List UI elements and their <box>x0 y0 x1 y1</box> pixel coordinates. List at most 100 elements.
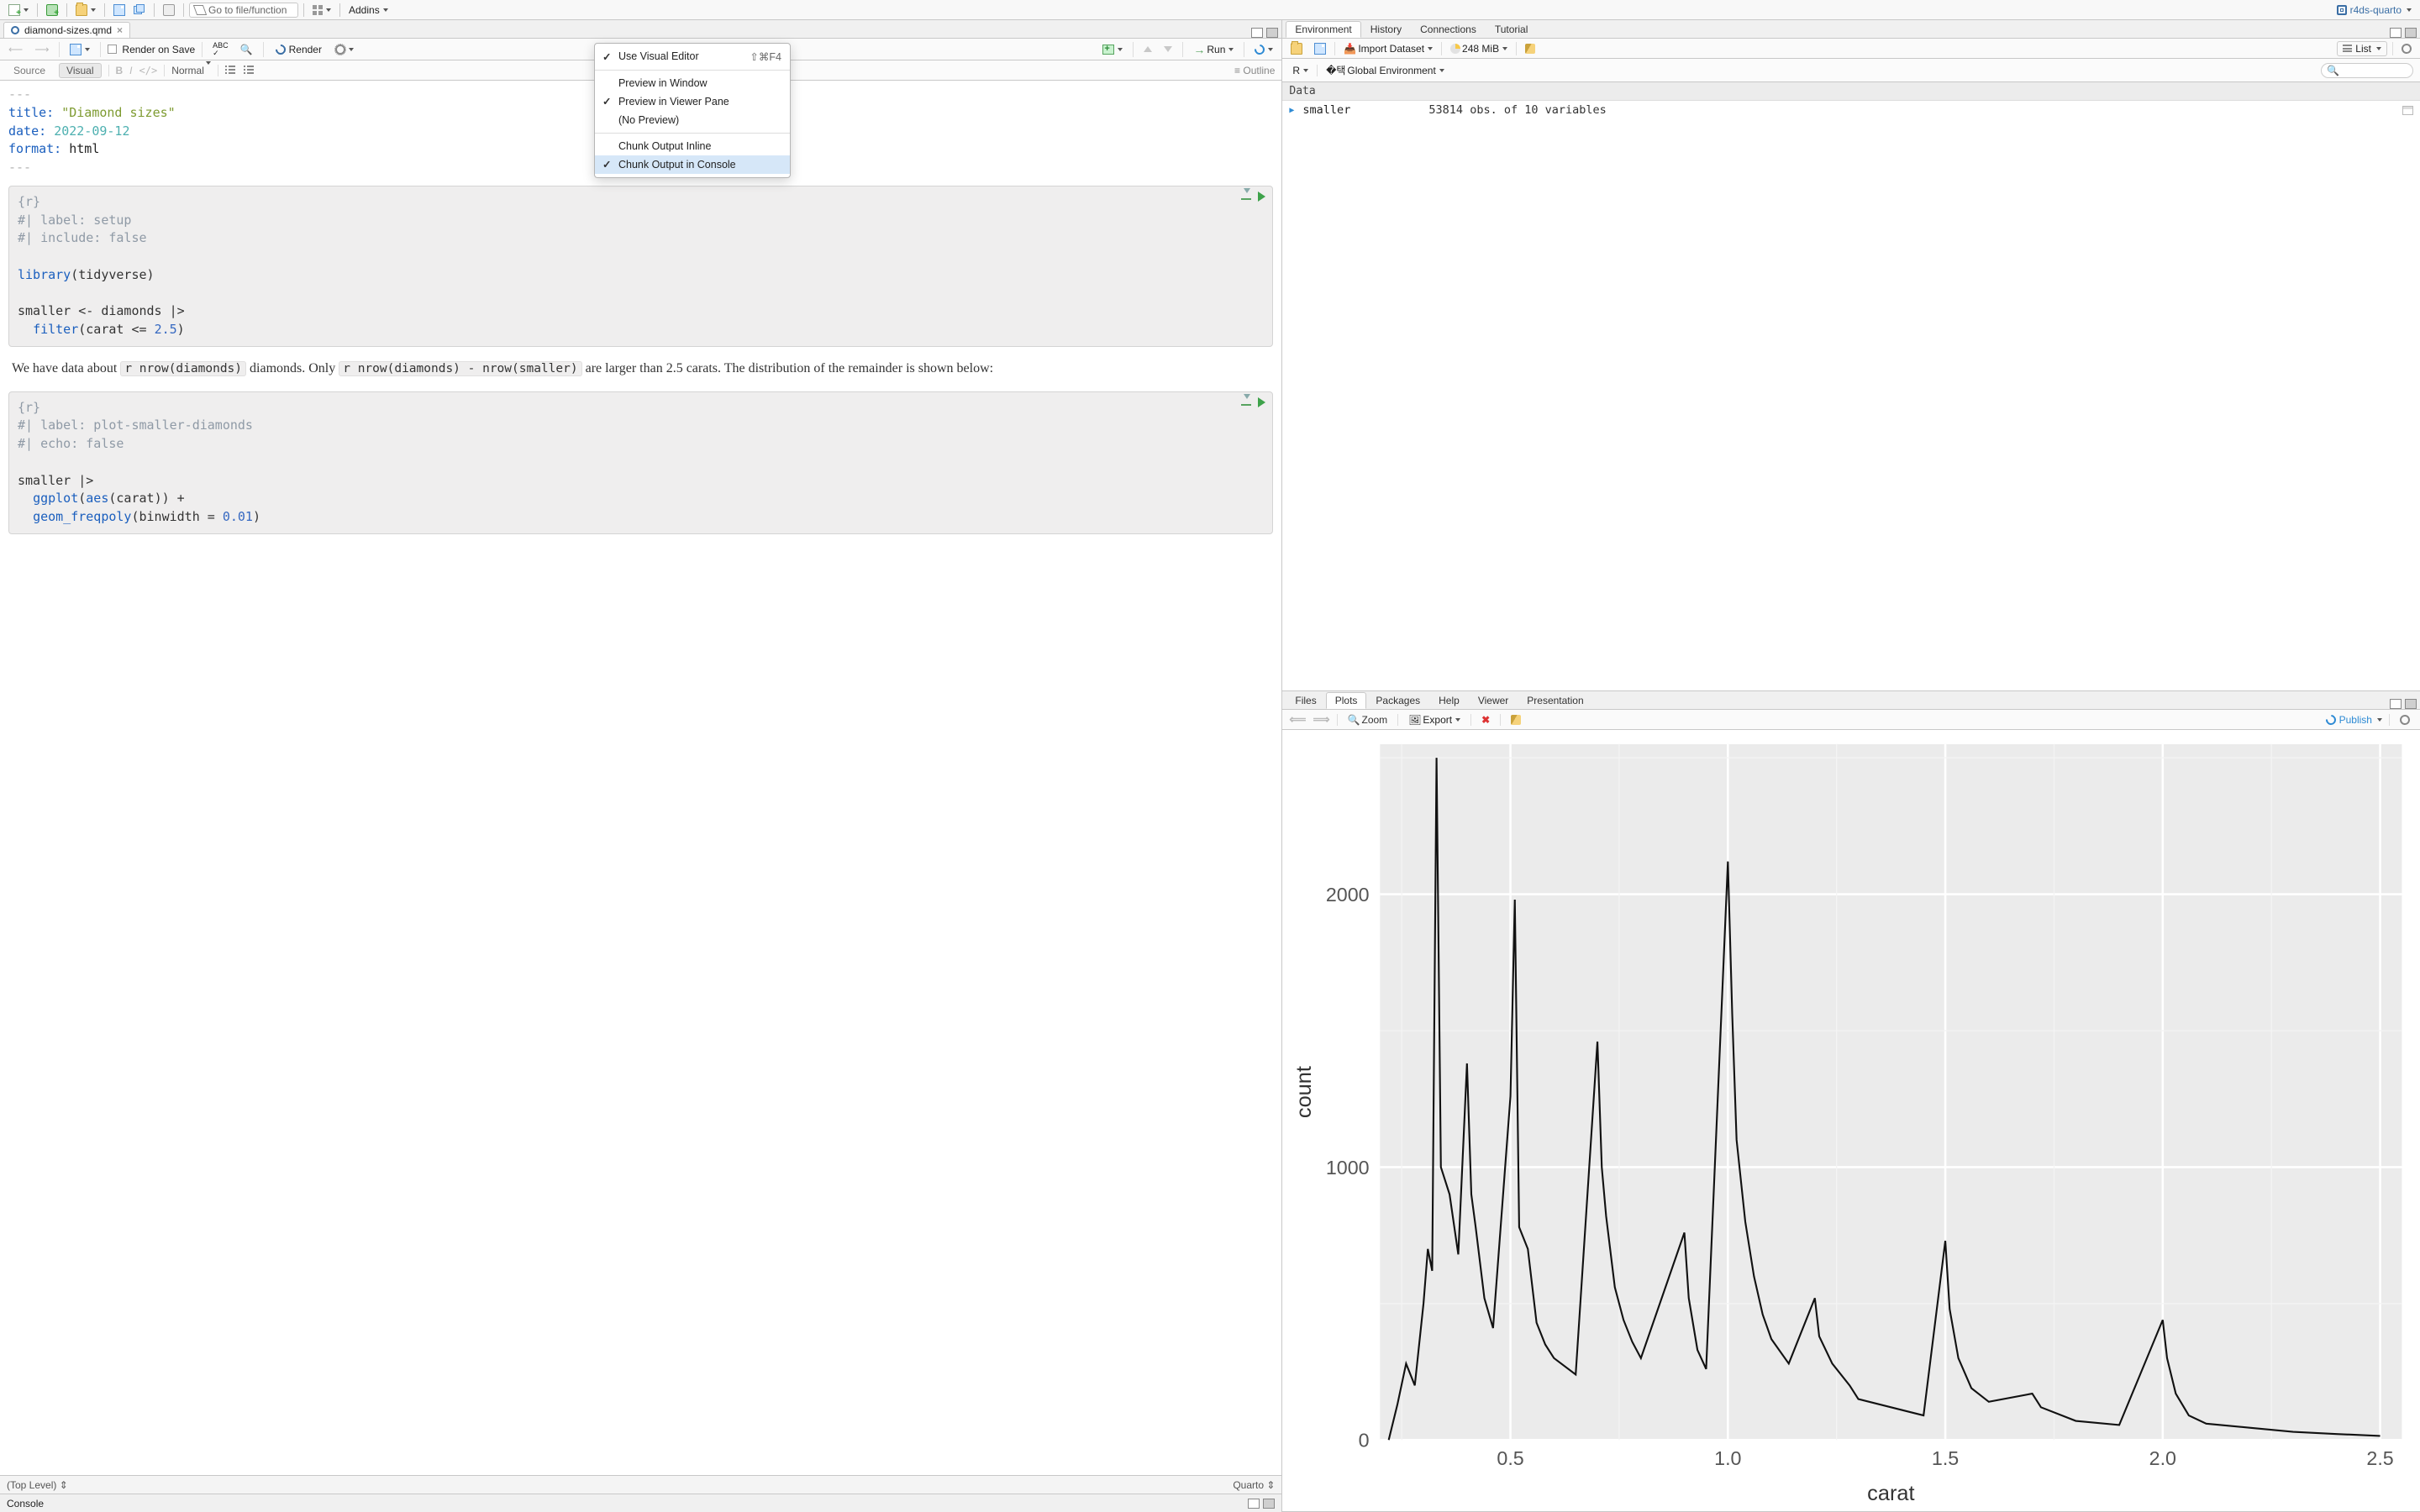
outline-scope[interactable]: (Top Level) ⇕ <box>7 1479 68 1491</box>
mode-visual[interactable]: Visual <box>59 63 101 78</box>
run-button[interactable]: →Run <box>1190 41 1237 58</box>
back-button[interactable]: ⟵ <box>5 42 26 57</box>
tab-environment[interactable]: Environment <box>1286 21 1360 38</box>
save-all-button[interactable] <box>130 3 149 18</box>
outline-button[interactable]: ≡ Outline <box>1234 65 1275 76</box>
svg-text:carat: carat <box>1868 1482 1915 1505</box>
spellcheck-button[interactable]: ABC✓ <box>209 40 232 59</box>
panes-button[interactable] <box>309 3 334 17</box>
open-file-button[interactable] <box>72 3 99 18</box>
run-chunk-button[interactable] <box>1258 397 1265 407</box>
tab-history[interactable]: History <box>1361 21 1411 38</box>
menu-chunk-inline[interactable]: Chunk Output Inline <box>595 137 790 155</box>
insert-chunk-button[interactable] <box>1099 43 1126 56</box>
refresh-plot-button[interactable] <box>2396 713 2413 727</box>
prev-chunk-button[interactable] <box>1140 45 1155 54</box>
save-button[interactable] <box>110 3 129 18</box>
addins-menu[interactable]: Addins <box>345 3 392 18</box>
tab-files[interactable]: Files <box>1286 692 1325 709</box>
env-search-input[interactable]: 🔍 <box>2321 63 2413 78</box>
render-button[interactable]: Render <box>271 43 327 56</box>
run-chunk-button[interactable] <box>1258 192 1265 202</box>
tab-help[interactable]: Help <box>1429 692 1469 709</box>
prev-plot-button[interactable]: ⟸ <box>1289 712 1306 727</box>
minimize-env-button[interactable] <box>2390 28 2402 38</box>
plots-tabs: Files Plots Packages Help Viewer Present… <box>1282 691 2420 710</box>
new-project-button[interactable] <box>43 3 61 18</box>
menu-use-visual-editor[interactable]: Use Visual Editor ⇧⌘F4 <box>595 47 790 66</box>
prose-paragraph: We have data about r nrow(diamonds) diam… <box>12 359 1270 380</box>
publish-doc-button[interactable] <box>1251 43 1276 56</box>
env-object-row[interactable]: ▶ smaller 53814 obs. of 10 variables <box>1282 101 2420 119</box>
bold-button[interactable]: B <box>116 65 124 76</box>
maximize-env-button[interactable] <box>2405 28 2417 38</box>
render-on-save-label: Render on Save <box>122 44 195 55</box>
editor-body[interactable]: --- title: "Diamond sizes" date: 2022-09… <box>0 81 1281 1475</box>
menu-chunk-console[interactable]: Chunk Output in Console <box>595 155 790 174</box>
block-style-menu[interactable]: Normal <box>171 65 211 76</box>
clear-plots-button[interactable] <box>1507 713 1524 727</box>
minimize-console-button[interactable] <box>1248 1499 1260 1509</box>
next-plot-button[interactable]: ⟹ <box>1313 712 1329 727</box>
maximize-pane-button[interactable] <box>1266 28 1278 38</box>
italic-button[interactable]: I <box>129 65 132 76</box>
run-above-button[interactable] <box>1241 397 1251 406</box>
project-menu[interactable]: r4ds-quarto <box>2333 3 2415 18</box>
tab-connections[interactable]: Connections <box>1411 21 1486 38</box>
render-on-save-checkbox[interactable] <box>108 45 117 54</box>
render-options-button[interactable] <box>332 43 357 56</box>
bullet-list-button[interactable] <box>225 65 237 76</box>
env-scope-bar: R �택 Global Environment 🔍 <box>1282 59 2420 82</box>
publish-plot-button[interactable]: Publish <box>2326 714 2382 726</box>
menu-preview-window[interactable]: Preview in Window <box>595 74 790 92</box>
next-chunk-button[interactable] <box>1160 45 1176 54</box>
svg-text:2.0: 2.0 <box>2149 1447 2176 1469</box>
doc-format[interactable]: Quarto ⇕ <box>1233 1479 1275 1491</box>
refresh-env-button[interactable] <box>2398 42 2415 55</box>
run-above-button[interactable] <box>1241 192 1251 200</box>
tab-presentation[interactable]: Presentation <box>1518 692 1592 709</box>
env-view-mode[interactable]: List <box>2337 41 2387 56</box>
broom-icon <box>1525 44 1535 54</box>
new-file-button[interactable] <box>5 3 32 18</box>
load-workspace-button[interactable] <box>1287 41 1306 56</box>
import-dataset-button[interactable]: 📥 Import Dataset <box>1340 41 1436 56</box>
render-icon <box>273 42 287 56</box>
tab-tutorial[interactable]: Tutorial <box>1486 21 1538 38</box>
memory-usage[interactable]: 248 MiB <box>1447 41 1511 56</box>
env-object-desc: 53814 obs. of 10 variables <box>1428 103 1606 117</box>
tab-plots[interactable]: Plots <box>1326 692 1367 709</box>
maximize-console-button[interactable] <box>1263 1499 1275 1509</box>
close-tab-button[interactable]: × <box>117 24 123 36</box>
save-workspace-button[interactable] <box>1311 41 1329 56</box>
clear-workspace-button[interactable] <box>1522 42 1539 55</box>
tab-packages[interactable]: Packages <box>1366 692 1429 709</box>
console-tab[interactable]: Console <box>7 1498 44 1509</box>
remove-plot-button[interactable]: ✖ <box>1478 712 1493 727</box>
code-format-button[interactable]: </> <box>139 65 158 76</box>
source-tab[interactable]: diamond-sizes.qmd × <box>3 22 130 38</box>
export-button[interactable]: 🖼 Export <box>1405 712 1464 727</box>
view-data-icon[interactable] <box>2402 106 2413 115</box>
gear-icon <box>335 45 345 55</box>
mode-source[interactable]: Source <box>7 64 52 77</box>
forward-button[interactable]: ⟶ <box>31 42 52 57</box>
env-scope-menu[interactable]: �택 Global Environment <box>1323 61 1448 79</box>
menu-preview-viewer[interactable]: Preview in Viewer Pane <box>595 92 790 111</box>
menu-no-preview[interactable]: (No Preview) <box>595 111 790 129</box>
minimize-pane-button[interactable] <box>1251 28 1263 38</box>
print-button[interactable] <box>160 3 178 18</box>
code-chunk-plot: {r} #| label: plot-smaller-diamonds #| e… <box>8 391 1273 534</box>
zoom-button[interactable]: 🔍 Zoom <box>1344 712 1392 727</box>
maximize-plots-button[interactable] <box>2405 699 2417 709</box>
tab-viewer[interactable]: Viewer <box>1469 692 1518 709</box>
numbered-list-button[interactable] <box>244 65 255 76</box>
find-button[interactable]: 🔍 <box>237 42 256 57</box>
memory-pie-icon <box>1450 44 1460 54</box>
expand-icon[interactable]: ▶ <box>1289 106 1294 115</box>
save-doc-button[interactable] <box>66 42 93 57</box>
goto-file-input[interactable]: Go to file/function <box>189 3 298 18</box>
minimize-plots-button[interactable] <box>2390 699 2402 709</box>
language-menu[interactable]: R <box>1289 63 1312 78</box>
plots-toolbar: ⟸ ⟹ 🔍 Zoom 🖼 Export ✖ Publish <box>1282 710 2420 730</box>
